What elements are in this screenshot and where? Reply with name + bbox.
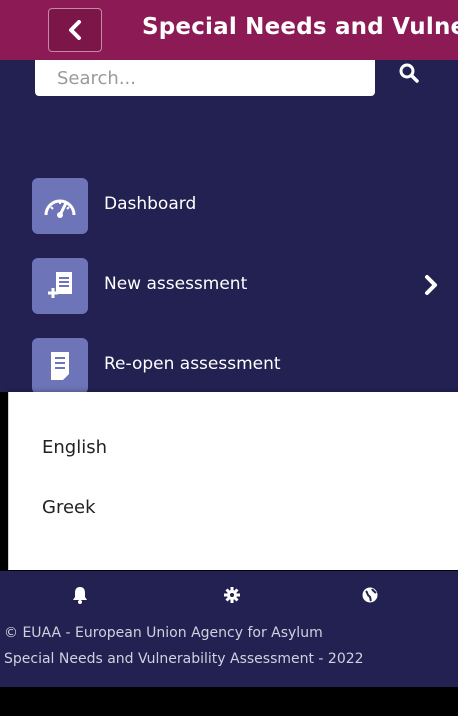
search-box [35,60,375,96]
chevron-right-icon[interactable] [424,274,438,300]
footer-copyright: © EUAA - European Union Agency for Asylu… [4,625,323,641]
search-icon[interactable] [398,62,420,88]
language-option-greek[interactable]: Greek [42,497,96,518]
footer-app-name: Special Needs and Vulnerability Assessme… [4,651,364,667]
nav-label-dashboard: Dashboard [104,194,197,214]
search-input[interactable] [35,60,357,96]
document-icon [32,338,88,392]
bottom-toolbar [0,571,458,619]
nav-label-reopen-assessment: Re-open assessment [104,354,281,374]
page-title: Special Needs and Vulnerability Assessme… [142,14,458,40]
speedometer-icon [32,178,88,234]
nav-item-new-assessment[interactable]: New assessment [0,258,458,318]
app-header: Special Needs and Vulnerability Assessme… [0,0,458,60]
bell-icon[interactable] [70,585,90,605]
bottom-edge [0,687,458,716]
chevron-left-icon [69,20,81,40]
nav-item-dashboard[interactable]: Dashboard [0,178,458,238]
footer: © EUAA - European Union Agency for Asylu… [0,619,458,687]
globe-icon[interactable] [360,585,380,605]
nav-label-new-assessment: New assessment [104,274,248,294]
back-button[interactable] [48,8,102,52]
new-document-icon [32,258,88,314]
side-menu: Dashboard New assessment Re-open assessm… [0,60,458,392]
nav-item-reopen-assessment[interactable]: Re-open assessment [0,338,458,392]
language-option-english[interactable]: English [42,437,107,458]
gear-icon[interactable] [222,585,242,605]
language-list: English Greek [8,392,458,570]
